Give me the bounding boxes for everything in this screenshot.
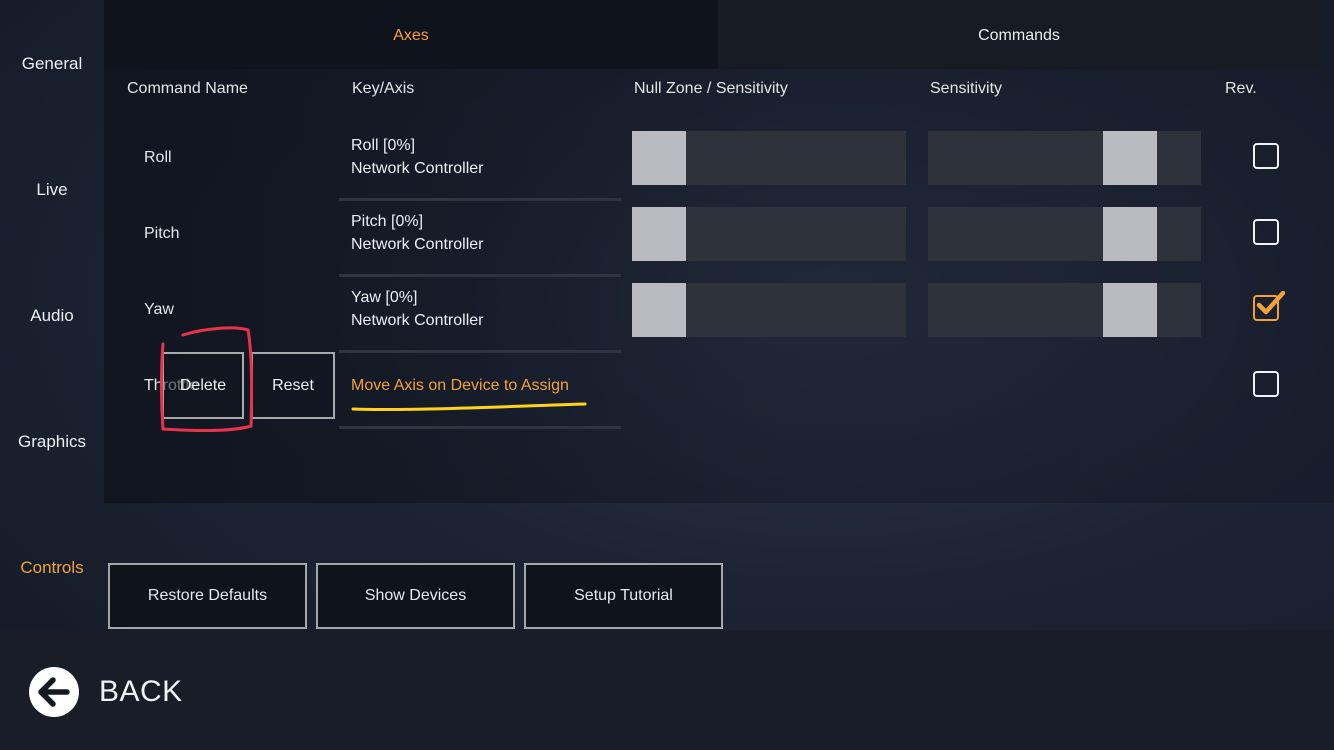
key-axis-roll[interactable]: Roll [0%] Network Controller	[339, 129, 621, 201]
slider-thumb[interactable]	[1103, 207, 1157, 261]
command-name-pitch: Pitch	[144, 225, 180, 242]
key-axis-yaw-value: Yaw [0%]	[351, 289, 418, 306]
key-axis-yaw[interactable]: Yaw [0%] Network Controller	[339, 281, 621, 353]
key-axis-divider	[339, 350, 621, 353]
command-name-yaw: Yaw	[144, 301, 174, 318]
checkmark-icon	[1256, 290, 1286, 315]
sidebar-item-audio[interactable]: Audio	[0, 306, 104, 326]
sidebar-item-graphics[interactable]: Graphics	[0, 432, 104, 452]
slider-thumb[interactable]	[1103, 283, 1157, 337]
key-axis-divider	[339, 198, 621, 201]
back-button-label[interactable]: BACK	[99, 675, 183, 709]
assign-axis-prompt: Move Axis on Device to Assign	[351, 377, 569, 394]
key-axis-pitch-device: Network Controller	[351, 236, 484, 253]
key-axis-throttle[interactable]: Move Axis on Device to Assign	[339, 357, 621, 429]
sidebar-item-live[interactable]: Live	[0, 180, 104, 200]
column-header-command-name: Command Name	[127, 80, 248, 97]
sensitivity-slider-roll[interactable]	[928, 131, 1201, 185]
slider-thumb[interactable]	[632, 283, 686, 337]
key-axis-yaw-device: Network Controller	[351, 312, 484, 329]
show-devices-button[interactable]: Show Devices	[316, 563, 515, 629]
restore-defaults-button[interactable]: Restore Defaults	[108, 563, 307, 629]
column-header-null-zone: Null Zone / Sensitivity	[634, 80, 788, 97]
sidebar-item-controls[interactable]: Controls	[0, 558, 104, 578]
key-axis-divider	[339, 426, 621, 429]
red-annotation-circle	[160, 326, 254, 433]
column-header-sensitivity: Sensitivity	[930, 80, 1003, 97]
command-name-roll: Roll	[144, 149, 172, 166]
setup-tutorial-button[interactable]: Setup Tutorial	[524, 563, 723, 629]
null-zone-slider-roll[interactable]	[632, 131, 906, 185]
key-axis-pitch[interactable]: Pitch [0%] Network Controller	[339, 205, 621, 277]
reset-binding-button[interactable]: Reset	[251, 352, 335, 419]
sensitivity-slider-yaw[interactable]	[928, 283, 1201, 337]
slider-thumb[interactable]	[632, 131, 686, 185]
settings-sidebar: General Live Audio Graphics Controls	[0, 0, 104, 630]
column-header-key-axis: Key/Axis	[352, 80, 415, 97]
yellow-annotation-underline	[351, 402, 587, 412]
footer-bar	[0, 630, 1334, 750]
null-zone-slider-yaw[interactable]	[632, 283, 906, 337]
slider-thumb[interactable]	[1103, 131, 1157, 185]
sidebar-item-general[interactable]: General	[0, 54, 104, 74]
tab-commands[interactable]: Commands	[718, 0, 1320, 69]
null-zone-slider-pitch[interactable]	[632, 207, 906, 261]
reverse-checkbox-roll[interactable]	[1253, 143, 1279, 169]
key-axis-divider	[339, 274, 621, 277]
back-arrow-icon[interactable]	[29, 667, 79, 717]
key-axis-pitch-value: Pitch [0%]	[351, 213, 424, 230]
reverse-checkbox-yaw[interactable]	[1253, 290, 1286, 321]
column-header-reverse: Rev.	[1225, 80, 1257, 97]
tab-axes[interactable]: Axes	[104, 0, 718, 69]
key-axis-roll-device: Network Controller	[351, 160, 484, 177]
reverse-checkbox-throttle[interactable]	[1253, 371, 1279, 397]
reverse-checkbox-pitch[interactable]	[1253, 219, 1279, 245]
sensitivity-slider-pitch[interactable]	[928, 207, 1201, 261]
key-axis-roll-value: Roll [0%]	[351, 137, 416, 154]
slider-thumb[interactable]	[632, 207, 686, 261]
